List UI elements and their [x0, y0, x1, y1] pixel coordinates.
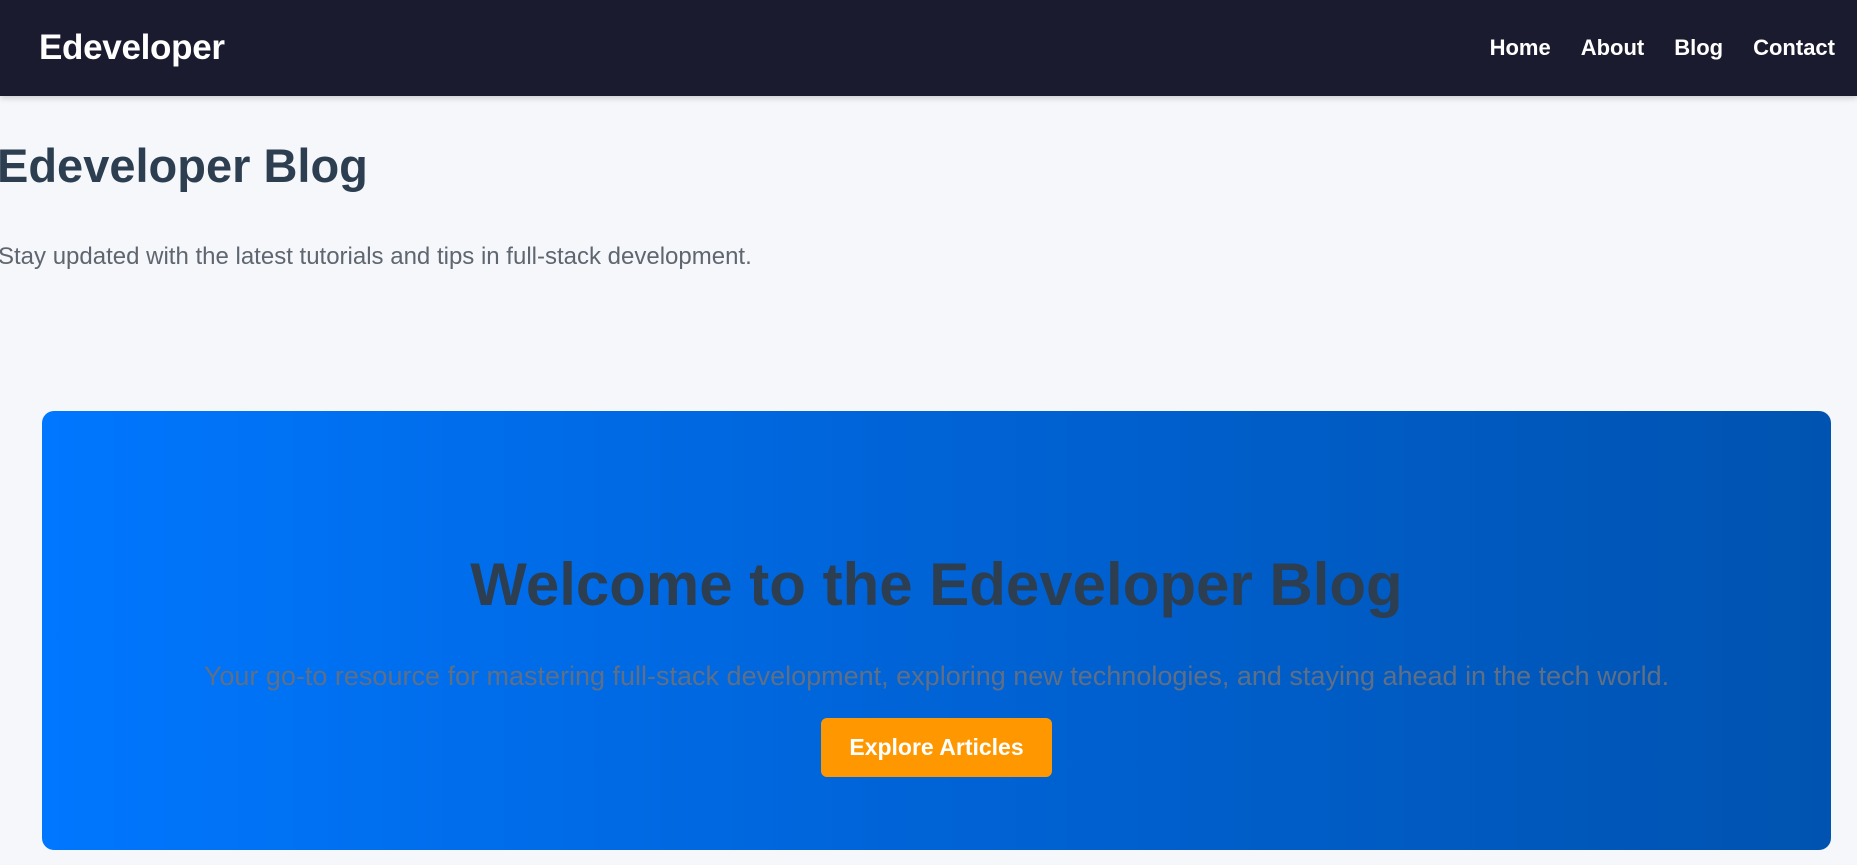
brand-logo[interactable]: Edeveloper: [39, 28, 225, 68]
nav-link-contact[interactable]: Contact: [1753, 35, 1835, 61]
nav-links: Home About Blog Contact: [1490, 35, 1835, 61]
hero-banner: Welcome to the Edeveloper Blog Your go-t…: [42, 411, 1831, 850]
explore-articles-button[interactable]: Explore Articles: [821, 718, 1052, 777]
top-navbar: Edeveloper Home About Blog Contact: [0, 0, 1857, 96]
page-subtitle: Stay updated with the latest tutorials a…: [0, 243, 752, 270]
nav-link-blog[interactable]: Blog: [1674, 35, 1723, 61]
nav-link-home[interactable]: Home: [1490, 35, 1551, 61]
hero-text: Your go-to resource for mastering full-s…: [203, 661, 1670, 691]
hero-title: Welcome to the Edeveloper Blog: [470, 551, 1403, 618]
nav-link-about[interactable]: About: [1581, 35, 1645, 61]
page-title: Edeveloper Blog: [0, 139, 368, 192]
